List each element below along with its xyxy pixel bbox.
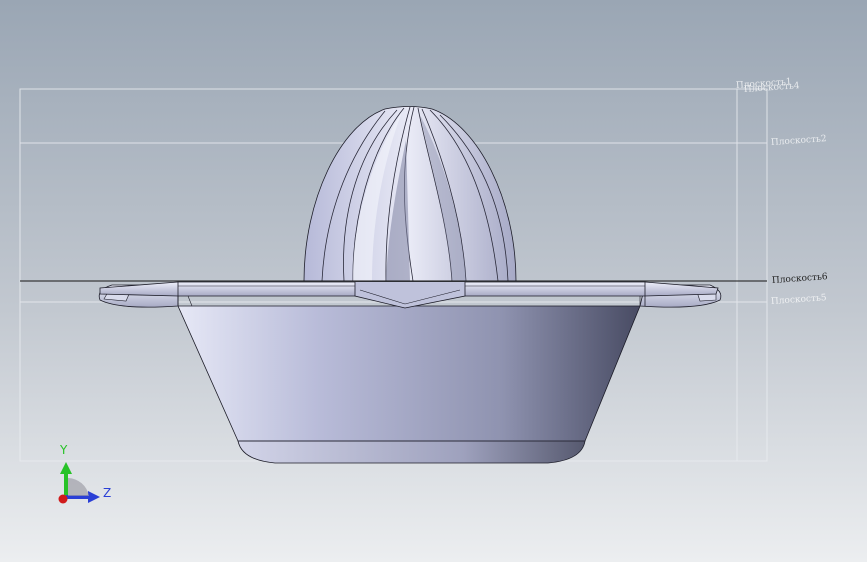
juicer-bowl — [177, 305, 641, 442]
spout-notch — [354, 282, 466, 309]
y-axis-label: Y — [60, 443, 68, 457]
graphics-viewport[interactable]: Плоскость4 Плоскость1 Плоскость2 Плоскос… — [0, 0, 867, 562]
juicer-base — [237, 440, 586, 464]
reamer-dome — [303, 106, 517, 282]
coordinate-triad — [58, 462, 100, 504]
x-axis-dot — [58, 494, 68, 504]
z-axis-label: Z — [103, 486, 112, 500]
